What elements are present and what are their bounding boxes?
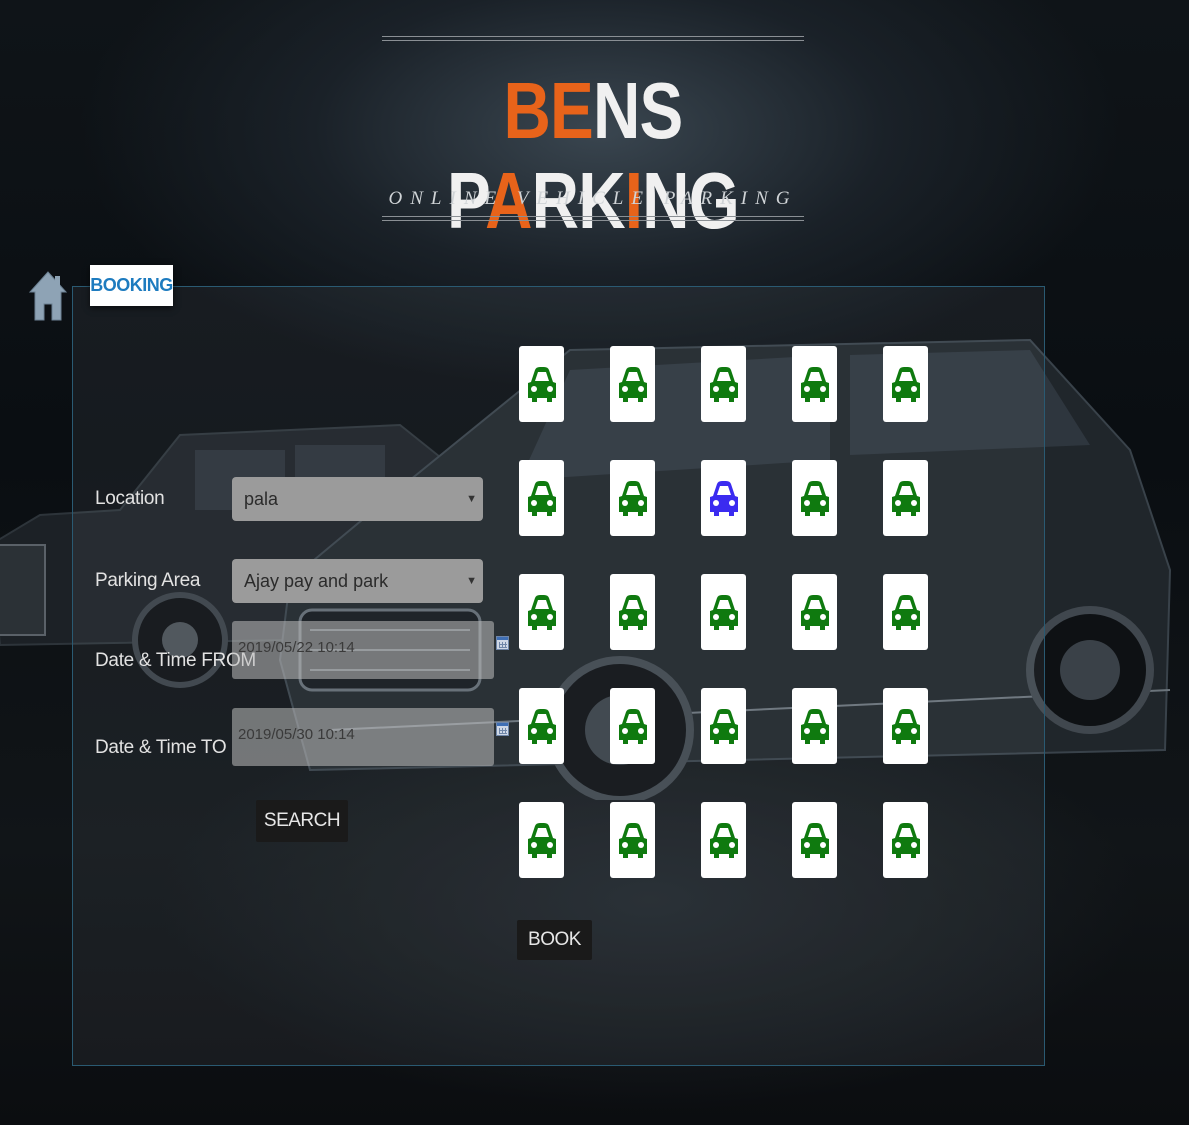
car-icon	[527, 367, 556, 402]
car-icon	[800, 823, 829, 858]
car-icon	[618, 481, 647, 516]
parking-slot[interactable]	[610, 688, 655, 764]
book-button[interactable]: BOOK	[517, 920, 592, 960]
car-icon	[891, 595, 920, 630]
car-icon	[527, 481, 556, 516]
car-icon	[709, 595, 738, 630]
parking-area-label: Parking Area	[95, 570, 201, 591]
parking-slot[interactable]	[519, 346, 564, 422]
parking-area-select-value: Ajay pay and park	[244, 571, 389, 591]
home-icon[interactable]	[28, 270, 68, 322]
parking-slot[interactable]	[701, 688, 746, 764]
location-label: Location	[95, 488, 165, 509]
logo-subtitle: ONLINE VEHICLE PARKING	[388, 188, 798, 209]
date-to-label: Date & Time TO	[95, 737, 227, 758]
parking-slot[interactable]	[519, 574, 564, 650]
parking-slot[interactable]	[792, 460, 837, 536]
car-icon	[618, 709, 647, 744]
date-to-input[interactable]: 2019/05/30 10:14	[232, 708, 494, 766]
logo-rule-bottom	[382, 220, 804, 221]
calendar-icon[interactable]	[496, 636, 509, 650]
parking-slot[interactable]	[701, 802, 746, 878]
parking-area-select[interactable]: Ajay pay and park ▼	[232, 559, 483, 603]
parking-slot[interactable]	[792, 346, 837, 422]
logo-title-part: BE	[503, 66, 594, 155]
car-icon	[891, 367, 920, 402]
parking-slot[interactable]	[883, 460, 928, 536]
location-select-value: pala	[244, 489, 279, 509]
parking-slot[interactable]	[792, 688, 837, 764]
parking-slot[interactable]	[519, 460, 564, 536]
parking-slot[interactable]	[610, 574, 655, 650]
logo-title: BENS PARKING	[420, 66, 766, 246]
car-icon	[800, 367, 829, 402]
car-icon	[800, 481, 829, 516]
car-icon	[527, 823, 556, 858]
car-icon	[709, 709, 738, 744]
location-select[interactable]: pala ▼	[232, 477, 483, 521]
logo-title-part: N	[593, 66, 640, 155]
chevron-down-icon: ▼	[466, 575, 477, 587]
parking-slot[interactable]	[519, 688, 564, 764]
car-icon	[618, 823, 647, 858]
chevron-down-icon: ▼	[466, 493, 477, 505]
car-icon	[709, 823, 738, 858]
parking-slot[interactable]	[610, 346, 655, 422]
date-from-input[interactable]: 2019/05/22 10:14	[232, 621, 494, 679]
parking-slot[interactable]	[610, 460, 655, 536]
car-icon	[800, 595, 829, 630]
parking-slot[interactable]	[792, 802, 837, 878]
parking-slot[interactable]	[883, 688, 928, 764]
car-icon	[891, 823, 920, 858]
logo-rule-top	[382, 36, 804, 37]
calendar-icon[interactable]	[496, 722, 509, 736]
car-icon	[709, 481, 738, 516]
car-icon	[709, 367, 738, 402]
parking-slot[interactable]	[610, 802, 655, 878]
tab-booking[interactable]: BOOKING	[90, 265, 173, 306]
car-icon	[618, 595, 647, 630]
parking-slot[interactable]	[701, 574, 746, 650]
site-logo: BENS PARKING ONLINE VEHICLE PARKING	[382, 36, 804, 245]
car-icon	[527, 595, 556, 630]
parking-slot[interactable]	[701, 346, 746, 422]
car-icon	[618, 367, 647, 402]
car-icon	[527, 709, 556, 744]
car-icon	[800, 709, 829, 744]
parking-slot[interactable]	[792, 574, 837, 650]
parking-slot[interactable]	[883, 802, 928, 878]
parking-slot[interactable]	[519, 802, 564, 878]
parking-slot[interactable]	[883, 574, 928, 650]
parking-slot[interactable]	[883, 346, 928, 422]
search-button[interactable]: SEARCH	[256, 800, 348, 842]
car-icon	[891, 709, 920, 744]
logo-rule-bottom-inner	[382, 216, 804, 217]
car-icon	[891, 481, 920, 516]
parking-slot[interactable]	[701, 460, 746, 536]
logo-rule-top-inner	[382, 40, 804, 41]
